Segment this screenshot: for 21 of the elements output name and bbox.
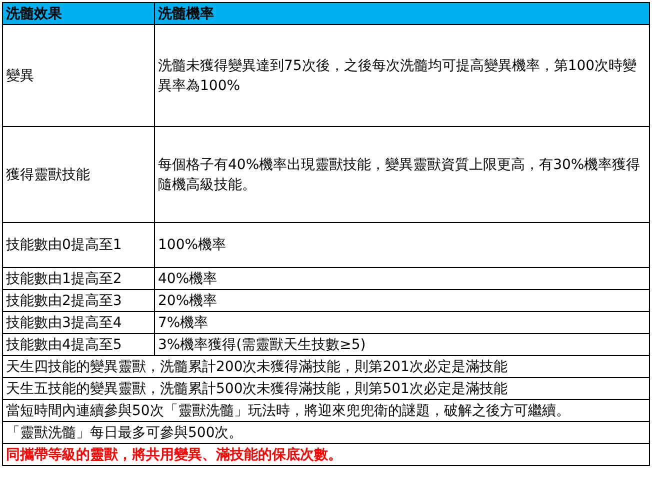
column-header: 洗髓機率: [154, 2, 650, 24]
table-cell: 100%機率: [154, 222, 650, 268]
table-cell: 20%機率: [154, 290, 650, 312]
note-cell: 天生五技能的變異靈獸，洗髓累計500次未獲得滿技能，則第501次必定是滿技能: [2, 378, 650, 400]
table-cell: 3%機率獲得(需靈獸天生技數≥5): [154, 334, 650, 356]
table-cell: 獲得靈獸技能: [2, 126, 154, 222]
table-cell: 每個格子有40%機率出現靈獸技能，變異靈獸資質上限更高，有30%機率獲得隨機高級技能。: [154, 126, 650, 222]
table-cell: 技能數由2提高至3: [2, 290, 154, 312]
note-cell: 天生四技能的變異靈獸，洗髓累計200次未獲得滿技能，則第201次必定是滿技能: [2, 356, 650, 378]
column-header: 洗髓效果: [2, 2, 154, 24]
table-cell: 變異: [2, 24, 154, 126]
table-cell: 技能數由3提高至4: [2, 312, 154, 334]
note-cell: 當短時間內連續參與50次「靈獸洗髓」玩法時，將迎來兜兜衛的謎題，破解之後方可繼續。: [2, 400, 650, 422]
table-cell: 洗髓未獲得變異達到75次後，之後每次洗髓均可提高變異機率，第100次時變異率為100%: [154, 24, 650, 126]
table-cell: 7%機率: [154, 312, 650, 334]
table-cell: 技能數由1提高至2: [2, 268, 154, 290]
table-cell: 技能數由0提高至1: [2, 222, 154, 268]
note-cell: 「靈獸洗髓」每日最多可參與500次。: [2, 422, 650, 444]
table-cell: 40%機率: [154, 268, 650, 290]
warning-note: 同攜帶等級的靈獸，將共用變異、滿技能的保底次數。: [2, 444, 650, 466]
table-cell: 技能數由4提高至5: [2, 334, 154, 356]
